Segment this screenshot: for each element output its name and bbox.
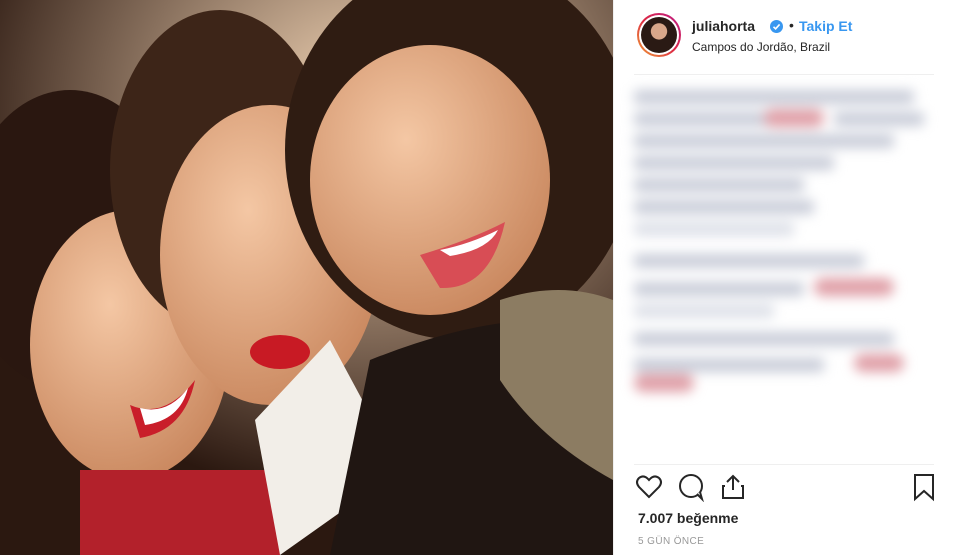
- header-divider: [634, 74, 934, 75]
- comment-bubble-icon[interactable]: [676, 472, 706, 502]
- like-count[interactable]: 7.007 beğenme: [638, 510, 738, 526]
- post-timestamp[interactable]: 5 GÜN ÖNCE: [638, 536, 704, 547]
- follow-button[interactable]: Takip Et: [799, 18, 852, 34]
- location-link[interactable]: Campos do Jordão, Brazil: [692, 40, 830, 54]
- selfie-image: [0, 0, 613, 555]
- instagram-post: juliahorta • Takip Et Campos do Jordão, …: [0, 0, 956, 555]
- share-upload-icon[interactable]: [718, 472, 748, 502]
- avatar-image: [641, 17, 677, 53]
- heart-icon[interactable]: [634, 472, 664, 502]
- verified-badge-icon: [770, 20, 783, 33]
- actions-divider: [634, 464, 934, 465]
- username-link[interactable]: juliahorta: [692, 18, 755, 34]
- post-photo[interactable]: [0, 0, 613, 555]
- post-sidebar: juliahorta • Takip Et Campos do Jordão, …: [613, 0, 956, 555]
- comments-blurred: [634, 82, 944, 462]
- post-header: juliahorta • Takip Et Campos do Jordão, …: [634, 12, 934, 62]
- avatar[interactable]: [637, 13, 681, 57]
- bookmark-icon[interactable]: [909, 472, 939, 502]
- follow-separator: •: [789, 17, 794, 33]
- post-actions: [634, 472, 939, 504]
